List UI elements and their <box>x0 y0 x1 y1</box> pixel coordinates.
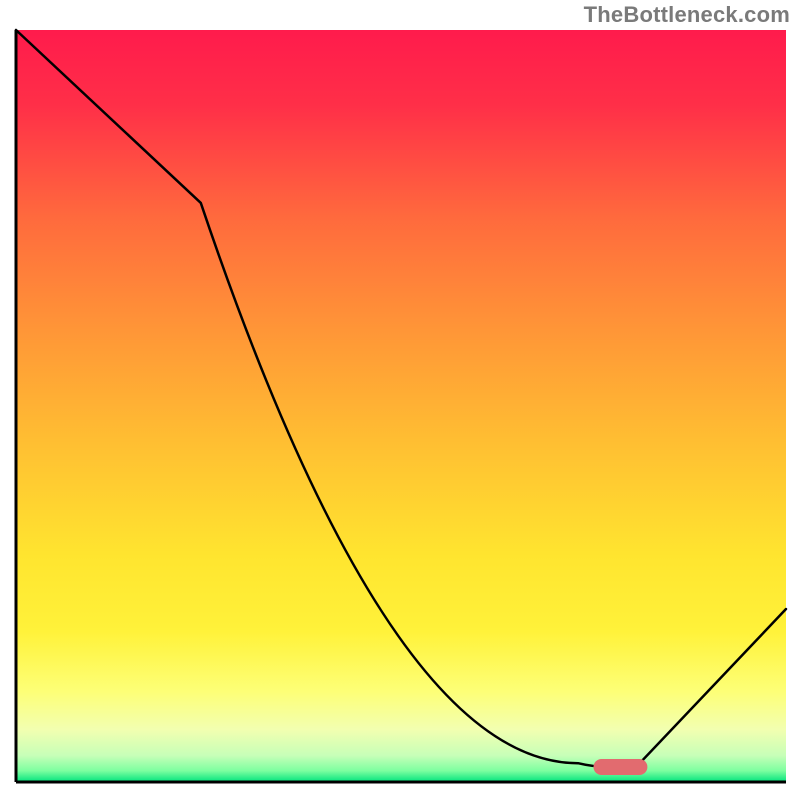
chart-frame: TheBottleneck.com <box>0 0 800 800</box>
optimal-marker <box>594 759 648 775</box>
plot-background <box>16 30 786 782</box>
bottleneck-chart <box>0 0 800 800</box>
